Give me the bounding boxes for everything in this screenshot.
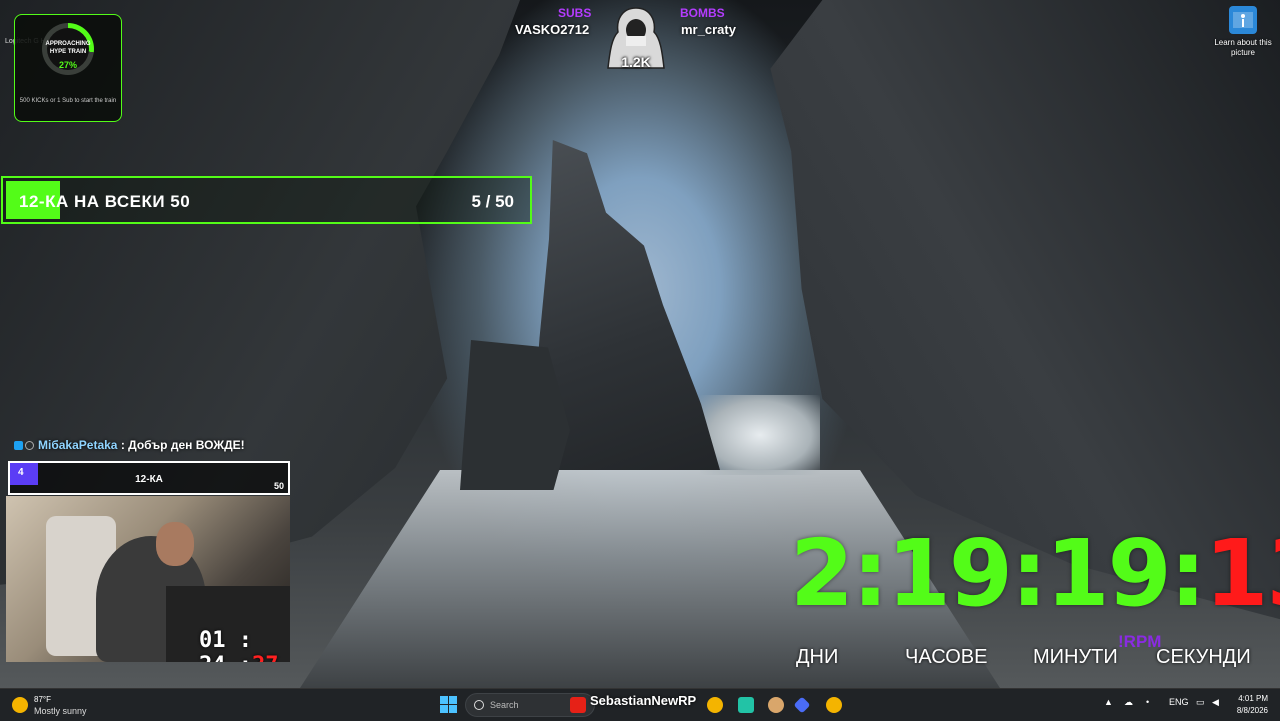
search-icon [474,700,484,710]
windows-start-button[interactable] [440,696,458,714]
sub-goal-count: 5 / 50 [471,192,514,211]
chrome-icon[interactable] [707,697,723,713]
webcam-timer-hm: 01 : 24 : [199,628,252,662]
chat-separator: : [120,438,125,452]
chat-message: MiбakaPetaka : Добър ден ВОЖДЕ! [14,438,245,452]
wave-foam [700,395,820,475]
countdown-sep-2: : [1010,520,1048,627]
app-diamond-icon[interactable] [793,696,811,714]
subscriber-badge-icon [14,441,23,450]
countdown-seconds: 13 [1204,520,1280,627]
clock-date: 8/8/2026 [1236,706,1268,715]
overlay-channel-name: SebastianNewRP [590,693,697,708]
unit-days: ДНИ [796,646,839,668]
subs-label: SUBS [558,6,592,20]
learn-about-picture[interactable]: Learn about this picture [1212,6,1274,58]
og-badge-icon [25,441,34,450]
unit-hours: ЧАСОВЕ [905,646,988,668]
search-placeholder: Search [490,700,519,710]
chat-text: Добър ден ВОЖДЕ! [128,438,245,452]
countdown-sep-1: : [852,520,889,627]
unit-minutes: МИНУТИ [1033,646,1118,668]
bombs-name: mr_craty [681,22,736,37]
countdown-hours: 19 [886,520,1013,627]
unit-seconds: СЕКУНДИ [1156,646,1251,668]
weather-temp: 87°F [34,695,51,704]
hype-train-line2: HYPE TRAIN [49,49,87,55]
network-icon[interactable]: ▭ [1196,697,1205,708]
subs-name: VASKO2712 [515,22,590,37]
countdown-sep-3: : [1169,520,1207,627]
clock-time: 4:01 PM [1238,694,1268,703]
webcam-timer-seconds: 27 [252,653,279,662]
avatar-count: 1.2K [621,54,651,70]
small-goal-label: 12-КА [135,474,163,485]
sun-icon [12,697,28,713]
tray-chevron-icon[interactable]: ▲ [1104,697,1113,707]
streamer-avatar: 1.2K [604,6,668,72]
chat-username: MiбakaPetaka [38,438,118,452]
onedrive-icon[interactable]: ☁ [1124,697,1133,708]
hype-train-line1: APPROACHING [45,41,91,47]
desktop-wallpaper: Logitech G HUB APPROACHING HYPE TRAIN 27… [0,0,1280,688]
game-app-icon[interactable] [768,697,784,713]
countdown-minutes: 19 [1045,520,1172,627]
rpm-label: !RPM [1118,632,1162,651]
webcam-feed: 01 : 24 :27 [6,496,290,662]
info-picture-icon [1229,6,1257,34]
hype-train-widget: APPROACHING HYPE TRAIN 27% 500 KICKs or … [14,14,122,122]
volume-icon[interactable]: ◀ [1212,697,1219,708]
mic-icon[interactable]: • [1146,697,1149,707]
learn-about-picture-label: Learn about this picture [1214,38,1272,57]
small-goal-bar: 4 12-КА 50 [8,461,290,495]
streamer-head [156,522,194,566]
small-goal-max: 50 [273,481,284,491]
hype-train-note: 500 KICKs or 1 Sub to start the train [19,98,117,104]
chrome-icon-2[interactable] [826,697,842,713]
subathon-countdown: 2:19:19:13 [790,520,1280,627]
bombs-label: BOMBS [680,6,725,20]
audio-app-icon[interactable] [738,697,754,713]
hype-train-percent: 27% [58,60,77,70]
countdown-days: 2 [790,520,854,627]
sub-goal-bar: 12-КА НА ВСЕКИ 50 5 / 50 [1,176,532,224]
weather-widget[interactable]: 87°F Mostly sunny [12,693,112,717]
language-indicator[interactable]: ENG [1169,697,1189,707]
sub-goal-label: 12-КА НА ВСЕКИ 50 [19,192,191,211]
taskbar-clock[interactable]: 4:01 PM 8/8/2026 [1237,693,1268,717]
youtube-icon[interactable] [570,697,586,713]
webcam-timer: 01 : 24 :27 [199,628,290,662]
weather-condition: Mostly sunny [34,706,87,716]
